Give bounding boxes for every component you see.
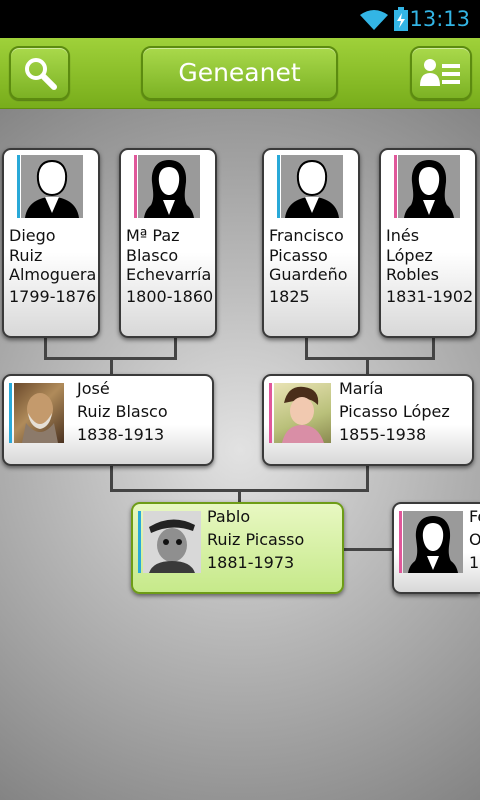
person-surname: Echevarría: [126, 265, 212, 284]
person-surname: Picasso López: [339, 402, 450, 421]
person-card[interactable]: Mª Paz Blasco Echevarría 1800-1860: [119, 148, 217, 338]
person-surname: Blasco: [126, 246, 179, 265]
person-surname: Ruiz Blasco: [77, 402, 168, 421]
person-surname: Picasso: [269, 246, 328, 265]
person-dates: 1799-1876: [9, 287, 97, 306]
person-card[interactable]: Inés López Robles 1831-1902: [379, 148, 477, 338]
person-surname: Ruiz Picasso: [207, 530, 305, 549]
wifi-icon: [360, 10, 388, 30]
male-indicator: [17, 155, 20, 218]
male-indicator: [9, 383, 12, 443]
person-surname: Almoguera: [9, 265, 97, 284]
app-header: Geneanet: [0, 38, 480, 109]
connector: [344, 548, 394, 551]
male-silhouette-icon: [281, 155, 343, 218]
clock: 13:13: [409, 7, 470, 31]
person-dates: 1855-1938: [339, 425, 427, 444]
person-first-name: Mª Paz: [126, 226, 180, 245]
female-silhouette-icon: [398, 155, 460, 218]
person-first-name: Fe: [469, 507, 480, 526]
male-indicator: [277, 155, 280, 218]
person-first-name: Inés: [386, 226, 420, 245]
connector: [432, 337, 435, 359]
portrait-photo: [14, 383, 64, 443]
male-indicator: [138, 511, 141, 573]
person-dates: 1838-1913: [77, 425, 165, 444]
person-surname: López: [386, 246, 433, 265]
person-first-name: María: [339, 379, 384, 398]
person-dates: 1825: [269, 287, 310, 306]
connector: [110, 359, 113, 375]
female-silhouette-icon: [138, 155, 200, 218]
connector: [44, 337, 47, 359]
person-surname: Guardeño: [269, 265, 348, 284]
family-list-button[interactable]: [410, 46, 472, 100]
person-surname: Robles: [386, 265, 439, 284]
connector: [110, 465, 113, 491]
person-dates: 18: [469, 553, 480, 572]
connector: [238, 491, 241, 502]
person-first-name: Diego: [9, 226, 56, 245]
person-surname: Ol: [469, 530, 480, 549]
person-card-father[interactable]: José Ruiz Blasco 1838-1913: [2, 374, 214, 466]
status-bar: 13:13: [0, 0, 480, 38]
connector: [305, 357, 435, 360]
search-icon: [24, 58, 57, 90]
person-card-selected[interactable]: Pablo Ruiz Picasso 1881-1973: [131, 502, 344, 594]
connector: [305, 337, 308, 359]
person-first-name: Francisco: [269, 226, 344, 245]
app-title-button[interactable]: Geneanet: [141, 46, 338, 100]
female-silhouette-icon: [403, 511, 463, 573]
person-first-name: Pablo: [207, 507, 251, 526]
person-surname: Ruiz: [9, 246, 43, 265]
female-indicator: [134, 155, 137, 218]
connector: [366, 465, 369, 491]
search-button[interactable]: [9, 46, 70, 100]
portrait-photo: [274, 383, 331, 443]
battery-charging-icon: [394, 7, 408, 31]
male-silhouette-icon: [21, 155, 83, 218]
person-dates: 1881-1973: [207, 553, 295, 572]
female-indicator: [394, 155, 397, 218]
person-dates: 1831-1902: [386, 287, 474, 306]
person-card[interactable]: Francisco Picasso Guardeño 1825: [262, 148, 360, 338]
person-card[interactable]: Diego Ruiz Almoguera 1799-1876: [2, 148, 100, 338]
person-dates: 1800-1860: [126, 287, 214, 306]
connector: [174, 337, 177, 359]
person-card-spouse[interactable]: Fe Ol 18: [392, 502, 480, 594]
family-list-icon: [420, 59, 460, 86]
connector: [366, 359, 369, 375]
female-indicator: [399, 511, 402, 573]
person-card-mother[interactable]: María Picasso López 1855-1938: [262, 374, 474, 466]
person-first-name: José: [77, 379, 110, 398]
female-indicator: [269, 383, 272, 443]
portrait-photo: [143, 511, 201, 573]
